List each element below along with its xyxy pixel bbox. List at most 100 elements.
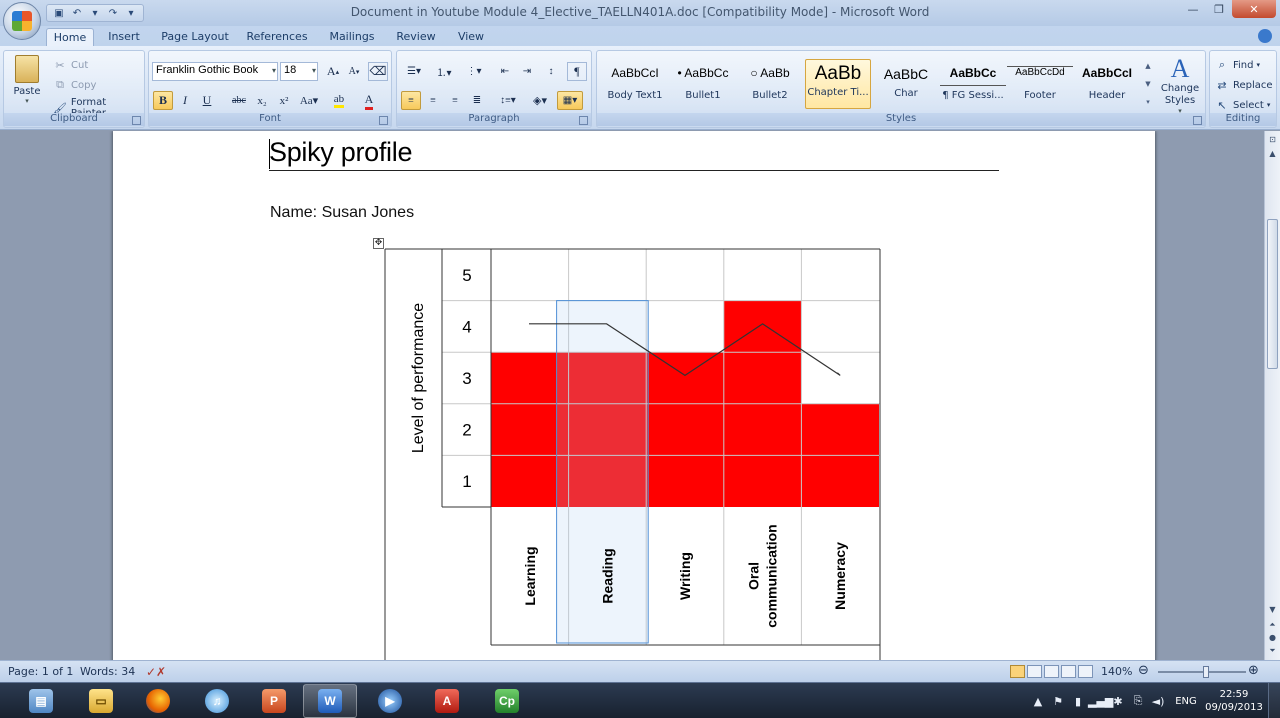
paragraph-launcher-icon[interactable] (579, 116, 588, 125)
replace-button[interactable]: ⇄ Replace (1214, 77, 1272, 93)
style-fg-session[interactable]: AaBbCc ¶ FG Sessi... (940, 59, 1006, 109)
scroll-down-icon[interactable]: ▼ (1266, 603, 1279, 616)
show-formatting-marks-icon[interactable]: ¶ (567, 62, 587, 81)
minimize-icon[interactable]: — (1180, 0, 1206, 18)
document-page[interactable]: Spiky profile Name: Susan Jones ✥ 54321L… (113, 131, 1155, 660)
page-count[interactable]: Page: 1 of 1 (8, 665, 73, 678)
zoom-slider[interactable] (1158, 666, 1246, 678)
bold-icon[interactable]: B (153, 91, 173, 110)
input-language[interactable]: ENG (1168, 696, 1204, 707)
sort-icon[interactable]: ↕ (541, 62, 561, 81)
style-footer[interactable]: AaBbCcDd Footer (1007, 59, 1073, 109)
cut-button[interactable]: ✂ Cut (52, 57, 88, 73)
volume-icon[interactable]: ◄) (1148, 695, 1168, 708)
strikethrough-icon[interactable]: abc (229, 91, 249, 110)
taskbar-word[interactable]: W (303, 684, 357, 718)
clipboard-launcher-icon[interactable] (132, 116, 141, 125)
show-hidden-icons-icon[interactable]: ▲ (1028, 695, 1048, 708)
increase-indent-icon[interactable]: ⇥ (517, 62, 537, 81)
clear-formatting-icon[interactable]: ⌫ (368, 62, 388, 81)
tab-review[interactable]: Review (392, 28, 440, 46)
taskbar-media-player[interactable]: ▶ (363, 684, 417, 718)
superscript-icon[interactable]: x² (274, 91, 294, 110)
power-icon[interactable]: ▮ (1068, 695, 1088, 708)
scrollbar-thumb[interactable] (1267, 219, 1278, 369)
styles-gallery-scroll[interactable]: ▲ ▼ ▾ (1143, 57, 1153, 111)
font-size-combo[interactable]: 18 ▾ (280, 62, 318, 81)
style-bullet2[interactable]: ○ AaBb Bullet2 (737, 59, 803, 109)
ruler-toggle-icon[interactable]: ⊡ (1266, 133, 1279, 146)
select-browse-object-icon[interactable]: ● (1266, 631, 1279, 644)
line-spacing-icon[interactable]: ↕≡▾ (495, 91, 521, 110)
spiky-profile-chart[interactable]: 5 4 3 2 1 Level of performance Learning Reading… (113, 131, 1155, 660)
bullets-icon[interactable]: ☰▾ (401, 62, 427, 81)
taskbar-folder[interactable]: ▭ (74, 684, 128, 718)
outline-view-icon[interactable] (1061, 665, 1076, 678)
justify-icon[interactable]: ≣ (467, 91, 487, 110)
tab-home[interactable]: Home (46, 28, 94, 46)
zoom-out-icon[interactable]: ⊖ (1138, 663, 1149, 678)
tab-insert[interactable]: Insert (102, 28, 146, 46)
find-button[interactable]: ⌕ Find ▾ (1214, 57, 1260, 73)
print-layout-view-icon[interactable] (1010, 665, 1025, 678)
taskbar-powerpoint[interactable]: P (247, 684, 301, 718)
style-bullet1[interactable]: • AaBbCc Bullet1 (670, 59, 736, 109)
tab-view[interactable]: View (450, 28, 492, 46)
font-family-combo[interactable]: Franklin Gothic Book ▾ (152, 62, 278, 81)
proofing-icon[interactable]: ✓✗ (146, 665, 166, 679)
vertical-scrollbar[interactable]: ⊡ ▲ ▼ ⏶ ● ⏷ (1264, 131, 1280, 660)
italic-icon[interactable]: I (175, 91, 195, 110)
styles-launcher-icon[interactable] (1193, 116, 1202, 125)
document-workspace[interactable]: Spiky profile Name: Susan Jones ✥ 54321L… (0, 131, 1264, 660)
zoom-slider-thumb[interactable] (1203, 666, 1210, 678)
align-center-icon[interactable]: ≡ (423, 91, 443, 110)
style-body-text1[interactable]: AaBbCcI Body Text1 (602, 59, 668, 109)
close-icon[interactable]: ✕ (1232, 0, 1276, 18)
change-case-icon[interactable]: Aa▾ (297, 91, 321, 110)
font-launcher-icon[interactable] (379, 116, 388, 125)
tab-references[interactable]: References (244, 28, 310, 46)
taskbar-explorer[interactable]: ▤ (14, 684, 68, 718)
decrease-indent-icon[interactable]: ⇤ (495, 62, 515, 81)
grow-font-icon[interactable]: A ▴ (323, 62, 343, 81)
font-color-icon[interactable]: A (357, 91, 381, 110)
zoom-in-icon[interactable]: ⊕ (1248, 663, 1259, 678)
style-header[interactable]: AaBbCcI Header (1074, 59, 1140, 109)
action-center-flag-icon[interactable]: ⚑ (1048, 695, 1068, 708)
next-page-icon[interactable]: ⏷ (1266, 644, 1279, 657)
highlight-color-icon[interactable]: ab (327, 91, 351, 110)
web-layout-view-icon[interactable] (1044, 665, 1059, 678)
full-screen-reading-view-icon[interactable] (1027, 665, 1042, 678)
style-char[interactable]: AaBbC Char (873, 59, 939, 109)
paste-button[interactable]: Paste ▾ (10, 55, 44, 107)
zoom-level[interactable]: 140% (1101, 665, 1132, 678)
help-icon[interactable] (1258, 29, 1272, 43)
clock[interactable]: 22:59 09/09/2013 (1204, 688, 1264, 714)
taskbar-captivate[interactable]: Cp (480, 684, 534, 718)
show-desktop-button[interactable] (1268, 683, 1280, 718)
restore-icon[interactable]: ❐ (1206, 0, 1232, 18)
taskbar-firefox[interactable] (131, 684, 185, 718)
borders-icon[interactable]: ▦▾ (557, 91, 583, 110)
numbering-icon[interactable]: ⒈▾ (431, 62, 457, 81)
shrink-font-icon[interactable]: A ▾ (344, 62, 364, 81)
select-button[interactable]: ↖ Select ▾ (1214, 97, 1270, 113)
taskbar-itunes[interactable]: ♫ (190, 684, 244, 718)
bluetooth-icon[interactable]: ✱ (1108, 695, 1128, 708)
copy-button[interactable]: ⧉ Copy (52, 77, 96, 93)
office-button[interactable] (3, 2, 41, 40)
align-left-icon[interactable]: ≡ (401, 91, 421, 110)
word-count[interactable]: Words: 34 (80, 665, 135, 678)
draft-view-icon[interactable] (1078, 665, 1093, 678)
previous-page-icon[interactable]: ⏶ (1266, 618, 1279, 631)
shading-icon[interactable]: ◈▾ (527, 91, 553, 110)
subscript-icon[interactable]: x₂ (252, 91, 272, 110)
align-right-icon[interactable]: ≡ (445, 91, 465, 110)
network-signal-icon[interactable]: ▂▄▆ (1088, 695, 1113, 708)
taskbar-acrobat[interactable]: A (420, 684, 474, 718)
underline-icon[interactable]: U (197, 91, 217, 110)
tab-mailings[interactable]: Mailings (324, 28, 380, 46)
multilevel-list-icon[interactable]: ⋮▾ (461, 62, 487, 81)
change-styles-button[interactable]: A Change Styles ▾ (1157, 55, 1203, 116)
scroll-up-icon[interactable]: ▲ (1266, 147, 1279, 160)
